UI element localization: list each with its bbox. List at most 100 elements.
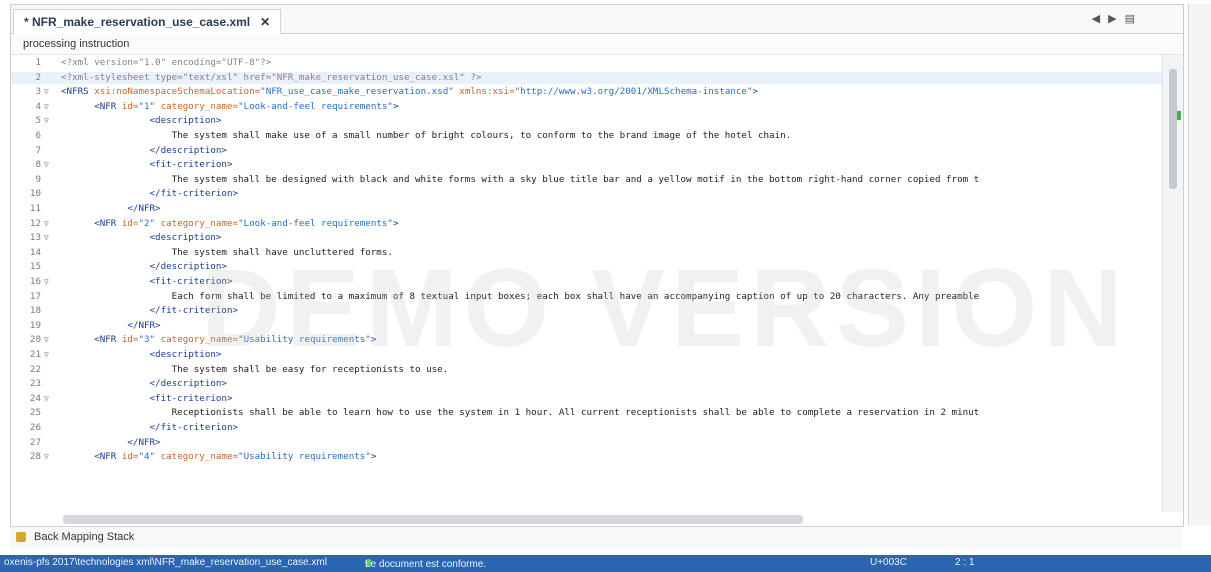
line-number: 27 <box>29 436 41 448</box>
code-text: <?xml-stylesheet type="text/xsl" href="N… <box>61 72 481 84</box>
code-line[interactable]: 25 Receptionists shall be able to learn … <box>11 407 1163 419</box>
code-line[interactable]: 26 </fit-criterion> <box>11 422 1163 434</box>
code-line[interactable]: 8 ▽ <fit-criterion> <box>11 159 1163 171</box>
vertical-scroll-thumb[interactable] <box>1169 69 1177 189</box>
code-text: </NFR> <box>61 203 160 215</box>
status-cursor-position: 2 : 1 <box>955 557 975 568</box>
code-text: </fit-criterion> <box>61 188 239 200</box>
code-token: "NFR_use_case_make_reservation.xsd" <box>260 86 460 98</box>
code-text: </description> <box>61 378 227 390</box>
code-line[interactable]: 22 The system shall be easy for receptio… <box>11 364 1163 376</box>
line-number: 10 <box>29 188 41 200</box>
code-line[interactable]: 3 ▽ <NFRS xsi:noNamespaceSchemaLocation="N… <box>11 86 1163 98</box>
code-token: Receptionists shall be able to learn how… <box>61 407 980 419</box>
code-token: <description> <box>61 349 222 360</box>
code-text: <NFR id="1" category_name="Look-and-feel… <box>61 100 399 113</box>
tab-bar: * NFR_make_reservation_use_case.xml ✕ ◀ … <box>11 5 1183 34</box>
code-text: <description> <box>61 232 222 244</box>
line-number: 20 <box>29 334 41 346</box>
code-line[interactable]: 11 </NFR> <box>11 203 1163 215</box>
line-number: 9 <box>35 173 41 185</box>
code-text: Receptionists shall be able to learn how… <box>61 407 980 419</box>
code-token: </fit-criterion> <box>61 305 239 317</box>
code-line[interactable]: 2 <?xml-stylesheet type="text/xsl" href="… <box>11 71 1163 84</box>
fold-toggle-icon[interactable]: ▽ <box>44 349 49 361</box>
chevron-right-icon[interactable]: ▶ <box>1108 12 1116 25</box>
code-token: <fit-criterion> <box>61 392 233 404</box>
right-side-panel[interactable] <box>1188 4 1211 525</box>
tab-list-icon[interactable]: ▤ <box>1125 12 1135 25</box>
line-number: 11 <box>29 203 41 214</box>
code-token: Each form shall be limited to a maximum … <box>61 290 980 302</box>
code-token: <fit-criterion> <box>61 159 233 171</box>
chevron-left-icon[interactable]: ◀ <box>1092 12 1100 25</box>
code-token: <NFR <box>61 451 122 463</box>
code-line[interactable]: 28 ▽ <NFR id="4" category_name="Usability… <box>11 451 1163 463</box>
code-token: <fit-criterion> <box>61 276 233 287</box>
code-line[interactable]: 4 ▽ <NFR id="1" category_name="Look-and-f… <box>11 101 1163 113</box>
fold-toggle-icon[interactable]: ▽ <box>44 451 49 463</box>
code-token: <?xml-stylesheet type="text/xsl" href="N… <box>61 71 482 83</box>
code-token: <NFRS <box>61 86 95 98</box>
fold-toggle-icon[interactable]: ▽ <box>44 101 49 113</box>
fold-toggle-icon[interactable]: ▽ <box>44 334 49 346</box>
code-editor[interactable]: 1 <?xml version="1.0" encoding="UTF-8"?> 2… <box>11 55 1163 512</box>
line-number: 12 <box>29 217 41 229</box>
code-text: </NFR> <box>61 320 160 332</box>
code-text: <description> <box>61 115 222 127</box>
line-number: 5 <box>35 115 41 127</box>
code-token: > <box>392 100 399 112</box>
code-line[interactable]: 18 </fit-criterion> <box>11 305 1163 317</box>
line-number: 26 <box>29 422 41 433</box>
code-line[interactable]: 10 </fit-criterion> <box>11 188 1163 200</box>
fold-toggle-icon[interactable]: ▽ <box>44 393 49 405</box>
status-bar: oxenis-pfs 2017\technologies xml\NFR_mak… <box>0 555 1211 572</box>
code-line[interactable]: 7 </description> <box>11 145 1163 157</box>
code-token: xmlns:xsi= <box>459 86 515 98</box>
fold-toggle-icon[interactable]: ▽ <box>44 232 49 244</box>
close-icon[interactable]: ✕ <box>260 15 270 29</box>
editor-window: * NFR_make_reservation_use_case.xml ✕ ◀ … <box>10 4 1184 527</box>
code-line[interactable]: 23 </description> <box>11 378 1163 390</box>
fold-toggle-icon[interactable]: ▽ <box>44 159 49 171</box>
vertical-scrollbar[interactable] <box>1162 55 1183 512</box>
code-line[interactable]: 15 </description> <box>11 261 1163 273</box>
code-token: </description> <box>61 144 227 156</box>
code-line[interactable]: 9 The system shall be designed with blac… <box>11 174 1163 186</box>
code-token: > <box>370 451 377 463</box>
code-line[interactable]: 21 ▽ <description> <box>11 349 1163 361</box>
breadcrumb-item[interactable]: processing instruction <box>23 38 129 50</box>
tab-nfr-make-reservation[interactable]: * NFR_make_reservation_use_case.xml ✕ <box>13 9 282 34</box>
code-token: <description> <box>61 115 222 127</box>
code-line[interactable]: 16 ▽ <fit-criterion> <box>11 276 1163 288</box>
code-line[interactable]: 17 Each form shall be limited to a maxim… <box>11 291 1163 303</box>
code-line[interactable]: 5 ▽ <description> <box>11 115 1163 127</box>
code-text: </fit-criterion> <box>61 305 239 317</box>
code-text: <fit-criterion> <box>61 159 233 171</box>
code-line[interactable]: 12 ▽ <NFR id="2" category_name="Look-and-… <box>11 218 1163 230</box>
code-line[interactable]: 20 ▽ <NFR id="3" category_name="Usability… <box>11 334 1163 346</box>
code-line[interactable]: 19 </NFR> <box>11 320 1163 332</box>
code-token: The system shall be designed with black … <box>61 173 980 185</box>
line-number: 7 <box>35 144 41 156</box>
code-token: "Look-and-feel requirements" <box>238 100 393 112</box>
code-text: <NFR id="4" category_name="Usability req… <box>61 451 376 463</box>
code-line[interactable]: 6 The system shall make use of a small n… <box>11 130 1163 142</box>
code-line[interactable]: 24 ▽ <fit-criterion> <box>11 393 1163 405</box>
code-line[interactable]: 27 </NFR> <box>11 437 1163 449</box>
code-text: <NFRS xsi:noNamespaceSchemaLocation="NFR… <box>61 86 758 98</box>
code-token: > <box>392 217 399 229</box>
horizontal-scroll-thumb[interactable] <box>63 515 803 524</box>
panel-tab-label[interactable]: Back Mapping Stack <box>34 531 134 543</box>
fold-toggle-icon[interactable]: ▽ <box>44 276 49 288</box>
fold-toggle-icon[interactable]: ▽ <box>44 115 49 127</box>
code-token: The system shall be easy for receptionis… <box>61 363 449 375</box>
code-token: <description> <box>61 232 222 244</box>
code-line[interactable]: 14 The system shall have uncluttered for… <box>11 247 1163 259</box>
code-line[interactable]: 13 ▽ <description> <box>11 232 1163 244</box>
fold-toggle-icon[interactable]: ▽ <box>44 218 49 230</box>
code-token: "4" <box>138 451 161 463</box>
code-token: </NFR> <box>61 436 161 448</box>
code-line[interactable]: 1 <?xml version="1.0" encoding="UTF-8"?> <box>11 57 1163 69</box>
fold-toggle-icon[interactable]: ▽ <box>44 86 49 98</box>
